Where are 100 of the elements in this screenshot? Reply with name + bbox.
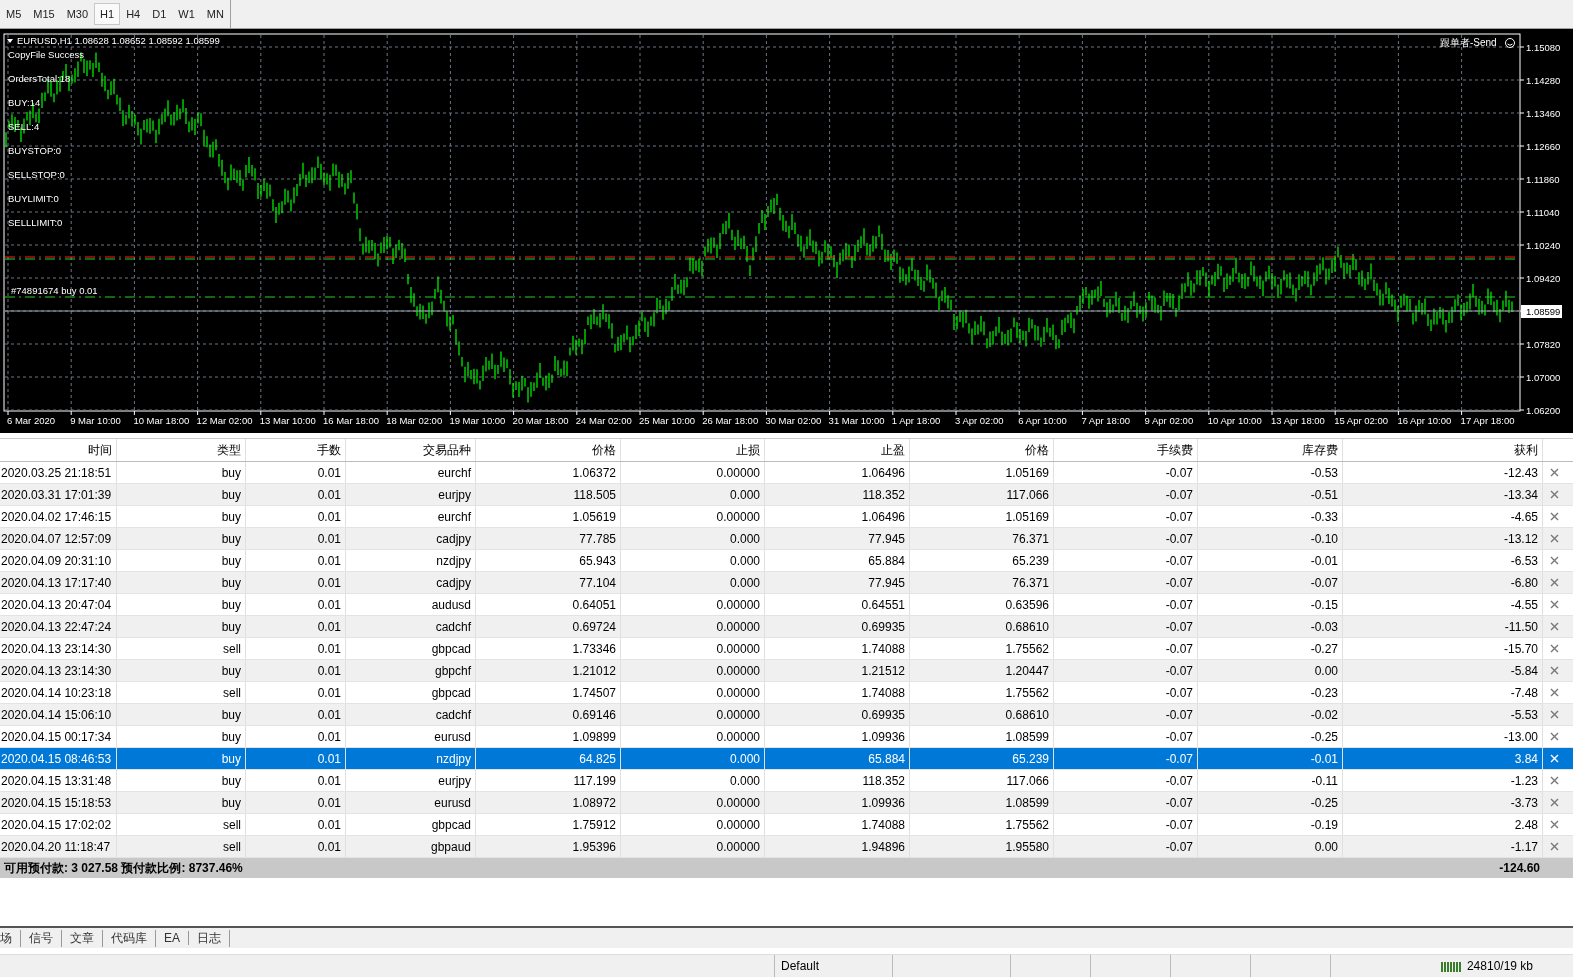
order-row[interactable]: 2020.04.13 17:17:40 buy 0.01 cadjpy 77.104 0.000 77.945 76.371 -0.07 -0.07 -6.80 (0, 572, 1573, 594)
column-header[interactable]: 交易品种 (423, 441, 471, 459)
price-tick-label: 1.11860 (1526, 174, 1560, 185)
close-icon[interactable] (1549, 622, 1559, 631)
order-row[interactable]: 2020.04.07 12:57:09 buy 0.01 cadjpy 77.785 0.000 77.945 76.371 -0.07 -0.10 -13.12 (0, 528, 1573, 550)
order-row[interactable]: 2020.04.13 23:14:30 buy 0.01 gbpchf 1.21012 0.00000 1.21512 1.20447 -0.07 0.00 -5.84 (0, 660, 1573, 682)
terminal-tab[interactable]: 场 (0, 929, 21, 947)
column-header[interactable]: 库存费 (1302, 441, 1338, 459)
close-icon[interactable] (1549, 842, 1559, 851)
column-header[interactable]: 时间 (88, 441, 112, 459)
table-cell: 0.69935 (861, 707, 905, 722)
timeframe-tab[interactable]: W1 (172, 3, 201, 25)
timeframe-tab[interactable]: M15 (27, 3, 61, 25)
table-cell: 2020.04.15 15:18:53 (1, 795, 112, 810)
column-header[interactable]: 止盈 (881, 441, 905, 459)
timeframe-tab[interactable]: MN (200, 3, 230, 25)
table-cell: 0.63596 (1005, 597, 1049, 612)
close-icon[interactable] (1549, 578, 1559, 587)
close-icon[interactable] (1549, 468, 1559, 477)
table-cell: 2020.04.13 17:17:40 (1, 575, 112, 590)
column-header[interactable]: 止损 (736, 441, 760, 459)
table-cell: 2020.04.13 20:47:04 (1, 597, 112, 612)
collapse-triangle-icon[interactable] (7, 39, 13, 43)
order-row[interactable]: 2020.04.20 11:18:47 sell 0.01 gbpaud 1.95396 0.00000 1.94896 1.95580 -0.07 0.00 -1.17 (0, 836, 1573, 858)
table-cell: -13.12 (1503, 531, 1538, 546)
time-tick-label: 26 Mar 18:00 (702, 415, 759, 426)
column-header[interactable]: 手续费 (1157, 441, 1193, 459)
close-icon[interactable] (1549, 600, 1559, 609)
table-cell: -0.01 (1310, 751, 1338, 766)
close-icon[interactable] (1549, 798, 1559, 807)
table-cell: 0.01 (317, 685, 341, 700)
close-icon[interactable] (1549, 688, 1559, 697)
table-cell: eurchf (437, 465, 471, 480)
timeframe-tab[interactable]: D1 (146, 3, 173, 25)
table-cell: eurjpy (438, 487, 471, 502)
table-cell: -0.25 (1310, 729, 1338, 744)
timeframe-tab[interactable]: M5 (0, 3, 28, 25)
table-cell: -0.07 (1165, 575, 1193, 590)
terminal-tab[interactable]: 文章 (62, 929, 103, 947)
table-cell: -0.03 (1310, 619, 1338, 634)
table-cell: 0.01 (317, 729, 341, 744)
close-icon[interactable] (1549, 710, 1559, 719)
terminal-tab[interactable]: 代码库 (103, 929, 156, 947)
column-header[interactable]: 类型 (217, 441, 241, 459)
terminal-tab[interactable]: 信号 (21, 929, 62, 947)
table-cell: -0.07 (1165, 685, 1193, 700)
order-row[interactable]: 2020.04.14 15:06:10 buy 0.01 cadchf 0.69146 0.00000 0.69935 0.68610 -0.07 -0.02 -5.53 (0, 704, 1573, 726)
table-cell: buy (221, 707, 241, 722)
column-header[interactable]: 手数 (317, 441, 341, 459)
table-cell: 77.785 (579, 531, 616, 546)
timeframe-tab[interactable]: M30 (60, 3, 95, 25)
timeframe-tab[interactable]: H4 (120, 3, 147, 25)
table-cell: 117.066 (1006, 773, 1049, 788)
close-icon[interactable] (1549, 732, 1559, 741)
timeframe-tab[interactable]: H1 (94, 3, 121, 25)
price-tick-label: 1.14280 (1526, 75, 1561, 86)
close-icon[interactable] (1549, 490, 1559, 499)
table-cell: 1.21012 (572, 663, 616, 678)
table-cell: 0.00000 (716, 729, 760, 744)
table-cell: -0.07 (1165, 553, 1193, 568)
close-icon[interactable] (1549, 776, 1559, 785)
close-icon[interactable] (1549, 820, 1559, 829)
table-cell: 0.000 (729, 575, 760, 590)
order-row[interactable]: 2020.04.15 08:46:53 buy 0.01 nzdjpy 64.825 0.000 65.884 65.239 -0.07 -0.01 3.84 (0, 748, 1573, 770)
terminal-tab[interactable]: 日志 (189, 929, 230, 947)
close-icon[interactable] (1549, 556, 1559, 565)
order-row[interactable]: 2020.03.31 17:01:39 buy 0.01 eurjpy 118.505 0.000 118.352 117.066 -0.07 -0.51 -13.34 (0, 484, 1573, 506)
close-icon[interactable] (1549, 534, 1559, 543)
table-cell: buy (221, 597, 241, 612)
table-cell: -6.53 (1510, 553, 1538, 568)
time-tick-label: 24 Mar 02:00 (575, 415, 632, 426)
table-cell: -6.80 (1510, 575, 1538, 590)
column-header[interactable]: 获利 (1514, 441, 1538, 459)
order-row[interactable]: 2020.04.15 15:18:53 buy 0.01 eurusd 1.08972 0.00000 1.09936 1.08599 -0.07 -0.25 -3.73 (0, 792, 1573, 814)
table-cell: 0.00000 (716, 597, 760, 612)
table-cell: -13.34 (1503, 487, 1538, 502)
order-row[interactable]: 2020.04.13 22:47:24 buy 0.01 cadchf 0.69724 0.00000 0.69935 0.68610 -0.07 -0.03 -11.50 (0, 616, 1573, 638)
time-tick-label: 9 Apr 02:00 (1144, 415, 1194, 426)
table-cell: 0.64051 (572, 597, 616, 612)
table-cell: -12.43 (1503, 465, 1538, 480)
terminal-tab[interactable]: EA (156, 931, 189, 945)
close-icon[interactable] (1549, 644, 1559, 653)
table-cell: 0.000 (729, 773, 760, 788)
column-header[interactable]: 价格 (592, 441, 616, 459)
table-cell: 0.68610 (1005, 707, 1049, 722)
table-cell: 2020.04.15 13:31:48 (1, 773, 112, 788)
table-cell: 2020.04.14 15:06:10 (1, 707, 112, 722)
close-icon[interactable] (1549, 512, 1559, 521)
table-cell: gbpcad (431, 817, 471, 832)
close-icon[interactable] (1549, 666, 1559, 675)
table-cell: 0.00 (1314, 839, 1338, 854)
time-tick-label: 19 Mar 10:00 (449, 415, 506, 426)
table-cell: 2020.04.15 08:46:53 (1, 751, 112, 766)
table-cell: buy (221, 663, 241, 678)
table-cell: sell (223, 685, 241, 700)
table-cell: 1.75562 (1005, 817, 1049, 832)
column-header[interactable]: 价格 (1025, 441, 1049, 459)
table-cell: 2020.04.09 20:31:10 (1, 553, 112, 568)
table-cell: 2020.04.13 23:14:30 (1, 641, 112, 656)
table-cell: 0.01 (317, 773, 341, 788)
